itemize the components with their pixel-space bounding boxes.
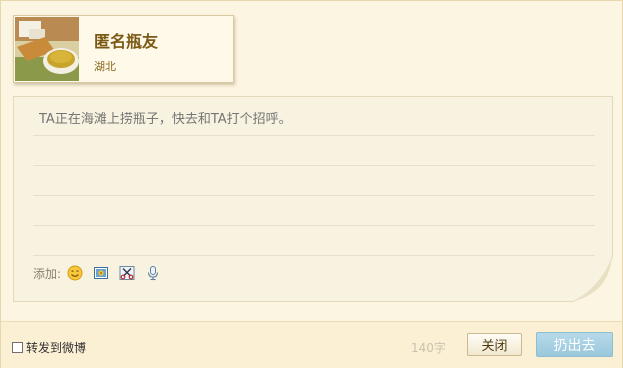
microphone-icon[interactable] [145,265,161,281]
compose-dialog: 匿名瓶友 湖北 添加: [0,0,623,368]
profile-card: 匿名瓶友 湖北 [13,15,234,83]
message-paper: 添加: [13,96,613,302]
dialog-footer: 转发到微博 140字 关闭 扔出去 [1,321,622,368]
emoji-icon[interactable] [67,265,83,281]
message-input[interactable] [39,112,599,127]
paper-rule [33,255,595,256]
char-count: 140字 [411,341,446,355]
close-button[interactable]: 关闭 [467,333,522,356]
scissors-icon[interactable] [119,265,135,281]
profile-location: 湖北 [94,60,116,73]
throw-button[interactable]: 扔出去 [536,332,613,357]
profile-name: 匿名瓶友 [94,32,159,51]
tea-avatar-icon [15,17,79,81]
add-label: 添加: [33,266,62,281]
repost-option[interactable]: 转发到微博 [12,339,86,356]
repost-label[interactable]: 转发到微博 [26,339,86,356]
image-icon[interactable] [93,265,109,281]
paper-rule [33,165,595,166]
paper-rule [33,135,595,136]
attach-toolbar: 添加: [33,264,161,282]
repost-checkbox[interactable] [12,342,23,353]
paper-rule [33,225,595,226]
paper-rule [33,195,595,196]
